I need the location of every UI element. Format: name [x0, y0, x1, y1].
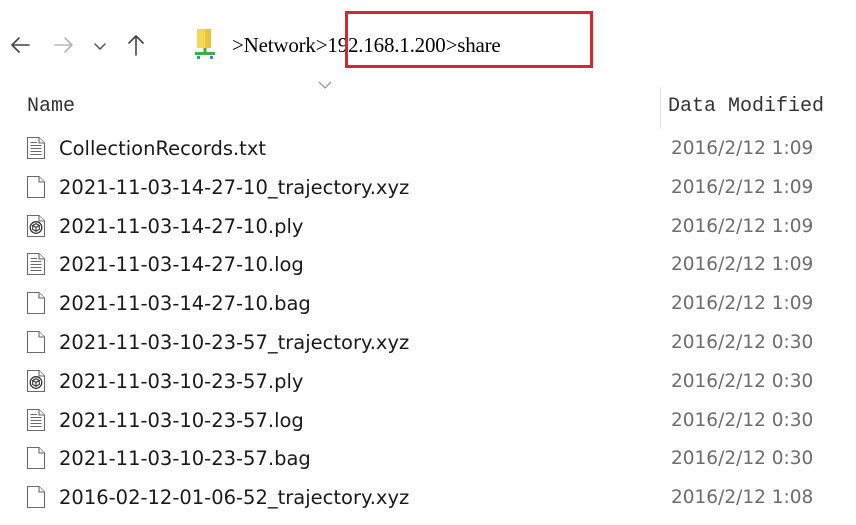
file-row[interactable]: 2021-11-03-10-23-57_trajectory.xyz 2016/2…	[0, 324, 856, 363]
breadcrumb-separator[interactable]: >	[232, 33, 244, 58]
chevron-down-icon	[94, 43, 106, 50]
file-row[interactable]: 2021-11-03-14-27-10.ply 2016/2/12 1:09	[0, 208, 856, 247]
arrow-up-icon	[128, 35, 144, 56]
file-row[interactable]: 2021-11-03-10-23-57.ply 2016/2/12 0:30	[0, 363, 856, 402]
blank-file-icon	[26, 175, 46, 198]
forward-button[interactable]	[52, 32, 76, 58]
blank-file-icon	[26, 330, 46, 354]
text-file-icon	[26, 253, 46, 276]
text-file-icon	[26, 408, 46, 431]
file-name: CollectionRecords.txt	[59, 137, 267, 160]
file-row[interactable]: 2021-11-03-14-27-10.log 2016/2/12 1:09	[0, 246, 856, 285]
file-date-modified: 2016/2/12 0:30	[671, 409, 814, 431]
file-date-modified: 2016/2/12 1:09	[671, 254, 814, 276]
up-button[interactable]	[124, 31, 148, 59]
back-button[interactable]	[8, 32, 32, 58]
file-name: 2021-11-03-10-23-57.bag	[59, 447, 311, 471]
arrow-left-icon	[11, 37, 30, 53]
file-date-modified: 2016/2/12 1:09	[671, 138, 814, 159]
text-file-icon	[26, 136, 46, 160]
column-header-date-modified[interactable]: Data Modified	[668, 92, 824, 120]
arrow-right-icon	[54, 37, 73, 53]
3d-object-file-icon	[26, 369, 46, 392]
file-name: 2021-11-03-10-23-57_trajectory.xyz	[59, 330, 410, 354]
file-name: 2021-11-03-14-27-10_trajectory.xyz	[59, 175, 410, 199]
file-name: 2021-11-03-14-27-10.log	[59, 253, 304, 277]
breadcrumb: > Network > 192.168.1.200 > share	[232, 30, 501, 60]
breadcrumb-separator[interactable]: >	[446, 33, 458, 58]
file-date-modified: 2016/2/12 0:30	[671, 370, 814, 392]
column-header-name[interactable]: Name	[27, 92, 75, 120]
file-name: 2021-11-03-10-23-57.ply	[59, 369, 304, 393]
breadcrumb-item-network[interactable]: Network	[244, 33, 316, 58]
blank-file-icon	[26, 486, 46, 509]
file-name: 2021-11-03-10-23-57.log	[59, 408, 304, 432]
blank-file-icon	[26, 447, 46, 470]
file-row[interactable]: 2021-11-03-14-27-10.bag 2016/2/12 1:09	[0, 285, 856, 324]
file-date-modified: 2016/2/12 1:09	[671, 215, 814, 237]
file-name: 2021-11-03-14-27-10.ply	[59, 214, 304, 238]
navigation-bar: > Network > 192.168.1.200 > share	[0, 0, 856, 80]
file-date-modified: 2016/2/12 1:09	[671, 293, 814, 315]
file-row[interactable]: 2021-11-03-10-23-57.log 2016/2/12 0:30	[0, 402, 856, 441]
file-row[interactable]: 2021-11-03-10-23-57.bag 2016/2/12 0:30	[0, 440, 856, 479]
column-divider[interactable]	[660, 87, 661, 129]
breadcrumb-item-ip-address[interactable]: 192.168.1.200	[327, 33, 445, 58]
network-folder-icon	[195, 29, 215, 59]
file-date-modified: 2016/2/12 1:09	[671, 176, 814, 198]
sort-chevron-icon	[318, 81, 332, 89]
3d-object-file-icon	[26, 214, 46, 237]
breadcrumb-separator[interactable]: >	[316, 33, 328, 58]
file-row[interactable]: 2016-02-12-01-06-52_trajectory.xyz 2016/2…	[0, 479, 856, 518]
file-date-modified: 2016/2/12 0:30	[671, 448, 814, 470]
file-row[interactable]: 2021-11-03-14-27-10_trajectory.xyz 2016/2…	[0, 169, 856, 208]
file-date-modified: 2016/2/12 1:08	[671, 487, 814, 509]
recent-locations-button[interactable]	[92, 36, 108, 56]
file-list: CollectionRecords.txt 2016/2/12 1:09 2021-…	[0, 130, 856, 518]
blank-file-icon	[26, 292, 46, 315]
file-name: 2016-02-12-01-06-52_trajectory.xyz	[59, 486, 410, 510]
file-row[interactable]: CollectionRecords.txt 2016/2/12 1:09	[0, 130, 856, 169]
file-date-modified: 2016/2/12 0:30	[671, 331, 814, 353]
file-name: 2021-11-03-14-27-10.bag	[59, 292, 311, 316]
breadcrumb-item-share[interactable]: share	[457, 33, 501, 58]
